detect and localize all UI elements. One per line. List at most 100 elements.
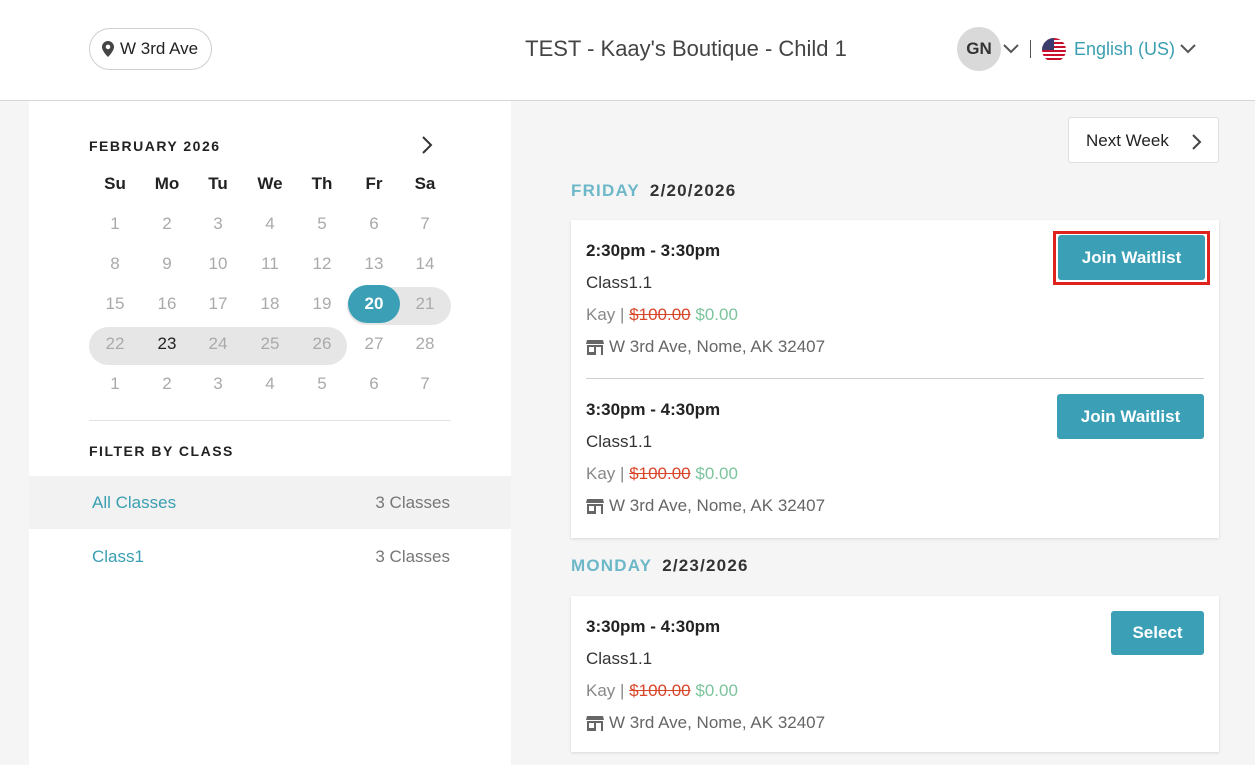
calendar-day[interactable]: 10 [192, 245, 244, 283]
instructor-name: Kay [586, 681, 616, 700]
separator: | [620, 305, 625, 324]
slot-time: 2:30pm - 3:30pm [586, 241, 721, 260]
slot-time: 3:30pm - 4:30pm [586, 617, 721, 636]
calendar-day[interactable]: 23 [141, 325, 193, 363]
slot-class-name: Class1.1 [586, 432, 653, 451]
slot-address: W 3rd Ave, Nome, AK 32407 [586, 713, 825, 733]
day-name: MONDAY [571, 556, 653, 575]
slot-time: 3:30pm - 4:30pm [586, 400, 721, 419]
calendar-day[interactable]: 26 [296, 325, 348, 363]
calendar-day[interactable]: 28 [399, 325, 451, 363]
header-divider [1030, 40, 1031, 58]
calendar-day[interactable]: 4 [244, 365, 296, 403]
next-week-button[interactable]: Next Week [1068, 117, 1219, 163]
filter-item-label: All Classes [92, 493, 177, 512]
language-selector[interactable]: English (US) [1074, 39, 1175, 60]
slot-divider [586, 378, 1204, 379]
filter-heading: FILTER BY CLASS [89, 443, 234, 459]
chevron-down-icon[interactable] [1003, 44, 1019, 54]
filter-item-count: 3 Classes [375, 493, 450, 512]
filter-item-class1[interactable]: Class1 3 Classes [29, 530, 511, 583]
weekday-header: Mo [154, 174, 180, 193]
page-title: TEST - Kaay's Boutique - Child 1 [525, 36, 847, 61]
calendar-day[interactable]: 19 [296, 285, 348, 323]
calendar-day[interactable]: 2 [141, 365, 193, 403]
weekday-header: We [257, 174, 283, 193]
calendar-day[interactable]: 6 [348, 205, 400, 243]
weekday-header: Su [104, 174, 126, 193]
top-header: W 3rd Ave TEST - Kaay's Boutique - Child… [0, 0, 1255, 101]
day-date: 2/23/2026 [662, 556, 749, 575]
calendar-day[interactable]: 7 [399, 365, 451, 403]
day-heading: FRIDAY 2/20/2026 [571, 181, 736, 201]
chevron-down-icon[interactable] [1180, 44, 1196, 54]
address-text: W 3rd Ave, Nome, AK 32407 [609, 496, 826, 515]
calendar-day[interactable]: 1 [89, 365, 141, 403]
calendar-day[interactable]: 13 [348, 245, 400, 283]
original-price: $100.00 [629, 681, 691, 700]
calendar-day[interactable]: 3 [192, 365, 244, 403]
join-waitlist-button[interactable]: Join Waitlist [1057, 394, 1204, 439]
address-text: W 3rd Ave, Nome, AK 32407 [609, 337, 826, 356]
sidebar: FEBRUARY 2026 Su Mo Tu We Th Fr Sa 1 2 3 4 5 6 7 8 9 10 1… [29, 101, 511, 765]
store-icon [586, 716, 604, 731]
calendar-month-label: FEBRUARY 2026 [89, 138, 221, 154]
calendar-day[interactable]: 27 [348, 325, 400, 363]
calendar-day[interactable]: 21 [399, 285, 451, 323]
filter-item-count: 3 Classes [375, 547, 450, 566]
calendar-day[interactable]: 4 [244, 205, 296, 243]
next-week-label: Next Week [1086, 131, 1169, 150]
calendar-day[interactable]: 18 [244, 285, 296, 323]
calendar-day[interactable]: 25 [244, 325, 296, 363]
calendar-day[interactable]: 6 [348, 365, 400, 403]
calendar-day[interactable]: 9 [141, 245, 193, 283]
calendar-day[interactable]: 14 [399, 245, 451, 283]
discounted-price: $0.00 [695, 464, 738, 483]
class-card: 3:30pm - 4:30pm Class1.1 Kay | $100.00 $… [571, 596, 1219, 752]
weekday-header: Fr [365, 174, 383, 193]
separator: | [620, 464, 625, 483]
calendar-day[interactable]: 16 [141, 285, 193, 323]
filter-item-all-classes[interactable]: All Classes 3 Classes [29, 476, 511, 529]
day-date: 2/20/2026 [649, 181, 737, 200]
select-button[interactable]: Select [1111, 611, 1204, 655]
slot-address: W 3rd Ave, Nome, AK 32407 [586, 337, 825, 357]
instructor-name: Kay [586, 464, 616, 483]
original-price: $100.00 [629, 464, 691, 483]
calendar-day[interactable]: 5 [296, 205, 348, 243]
slot-address: W 3rd Ave, Nome, AK 32407 [586, 496, 825, 516]
discounted-price: $0.00 [695, 305, 738, 324]
store-icon [586, 340, 604, 355]
day-name: FRIDAY [571, 181, 640, 200]
slot-price: Kay | $100.00 $0.00 [586, 681, 738, 701]
calendar-day[interactable]: 1 [89, 205, 141, 243]
calendar-day[interactable]: 17 [192, 285, 244, 323]
day-heading: MONDAY 2/23/2026 [571, 556, 749, 576]
calendar-day[interactable]: 24 [192, 325, 244, 363]
calendar-day[interactable]: 3 [192, 205, 244, 243]
calendar-day[interactable]: 22 [89, 325, 141, 363]
calendar-day[interactable]: 11 [244, 245, 296, 283]
calendar-day[interactable]: 12 [296, 245, 348, 283]
join-waitlist-button[interactable]: Join Waitlist [1058, 235, 1205, 280]
store-icon [586, 499, 604, 514]
chevron-right-icon[interactable] [417, 134, 437, 156]
class-card: 2:30pm - 3:30pm Class1.1 Kay | $100.00 $… [571, 220, 1219, 538]
filter-item-label: Class1 [92, 547, 144, 566]
weekday-header: Th [311, 174, 333, 193]
calendar-day[interactable]: 15 [89, 285, 141, 323]
instructor-name: Kay [586, 305, 616, 324]
calendar-day[interactable]: 7 [399, 205, 451, 243]
slot-class-name: Class1.1 [586, 273, 653, 292]
calendar-day[interactable]: 8 [89, 245, 141, 283]
slot-price: Kay | $100.00 $0.00 [586, 305, 738, 325]
calendar-day[interactable]: 5 [296, 365, 348, 403]
separator: | [620, 681, 625, 700]
original-price: $100.00 [629, 305, 691, 324]
address-text: W 3rd Ave, Nome, AK 32407 [609, 713, 826, 732]
us-flag-icon [1042, 38, 1066, 62]
calendar-day[interactable]: 2 [141, 205, 193, 243]
slot-class-name: Class1.1 [586, 649, 653, 668]
calendar-day-selected[interactable]: 20 [348, 285, 400, 323]
avatar[interactable]: GN [957, 27, 1001, 71]
